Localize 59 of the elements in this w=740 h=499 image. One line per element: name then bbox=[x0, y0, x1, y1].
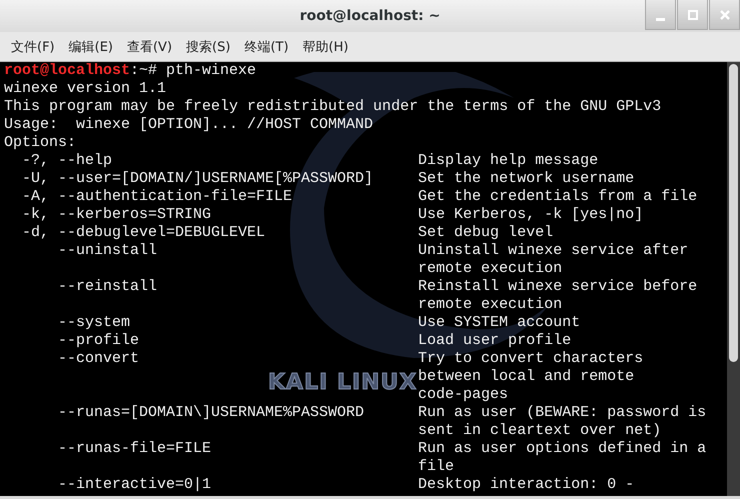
minimize-button[interactable] bbox=[645, 0, 676, 30]
option-description: Desktop interaction: 0 - bbox=[418, 476, 634, 494]
option-description: between local and remote bbox=[418, 368, 634, 386]
option-description: Reinstall winexe service before bbox=[418, 278, 698, 296]
option-name: --profile bbox=[58, 332, 140, 350]
option-short-name: -k, bbox=[22, 206, 50, 224]
prompt-path: :~# bbox=[130, 62, 158, 79]
option-description: Run as user options defined in a bbox=[418, 440, 706, 458]
menu-item[interactable]: 文件(F) bbox=[4, 38, 62, 56]
command-text: pth-winexe bbox=[166, 62, 256, 79]
option-name: --runas-file=FILE bbox=[58, 440, 212, 458]
option-name: --system bbox=[58, 314, 130, 332]
menu-item[interactable]: 查看(V) bbox=[120, 38, 180, 56]
option-description: Set the network username bbox=[418, 170, 634, 188]
option-name: --uninstall bbox=[58, 242, 158, 260]
option-description: remote execution bbox=[418, 260, 562, 278]
option-name: --help bbox=[58, 152, 112, 170]
output-line: This program may be freely redistributed under the terms of the GNU GPLv3 bbox=[4, 98, 662, 115]
option-description: remote execution bbox=[418, 296, 562, 314]
option-description: Try to convert characters bbox=[418, 350, 644, 368]
option-name: --runas=[DOMAIN\]USERNAME%PASSWORD bbox=[58, 404, 364, 422]
output-line: Usage: winexe [OPTION]... //HOST COMMAND bbox=[4, 116, 374, 133]
option-description: Display help message bbox=[418, 152, 598, 170]
option-name: --convert bbox=[58, 350, 140, 368]
option-description: Load user profile bbox=[418, 332, 572, 350]
option-short-name: -A, bbox=[22, 188, 50, 206]
menu-item[interactable]: 搜索(S) bbox=[179, 38, 238, 56]
option-short-name: -d, bbox=[22, 224, 50, 242]
option-description: code-pages bbox=[418, 386, 508, 404]
window-title: root@localhost: ~ bbox=[300, 8, 440, 24]
option-name: --debuglevel=DEBUGLEVEL bbox=[58, 224, 266, 242]
minimize-icon bbox=[656, 18, 665, 21]
close-button[interactable] bbox=[709, 0, 740, 30]
wallpaper-logo: KALI LINUX bbox=[268, 370, 418, 396]
option-name: --interactive=0|1 bbox=[58, 476, 212, 494]
menu-item[interactable]: 帮助(H) bbox=[296, 38, 356, 56]
option-name: --reinstall bbox=[58, 278, 158, 296]
option-description: Get the credentials from a file bbox=[418, 188, 698, 206]
maximize-icon bbox=[686, 8, 698, 20]
menu-item[interactable]: 编辑(E) bbox=[62, 38, 120, 56]
scrollbar[interactable] bbox=[727, 62, 740, 496]
option-description: file bbox=[418, 458, 454, 476]
option-description: Use SYSTEM account bbox=[418, 314, 580, 332]
maximize-button[interactable] bbox=[677, 0, 708, 30]
option-name: --user=[DOMAIN/]USERNAME[%PASSWORD] bbox=[58, 170, 374, 188]
option-description: Uninstall winexe service after bbox=[418, 242, 688, 260]
option-description: Set debug level bbox=[418, 224, 554, 242]
close-icon bbox=[718, 8, 730, 20]
prompt-user: root@localhost bbox=[4, 62, 130, 79]
output-line: Options: bbox=[4, 134, 76, 151]
option-description: Use Kerberos, -k [yes|no] bbox=[418, 206, 644, 224]
option-name: --authentication-file=FILE bbox=[58, 188, 292, 206]
menu-item[interactable]: 终端(T) bbox=[237, 38, 296, 56]
option-description: sent in cleartext over net) bbox=[418, 422, 662, 440]
output-line: winexe version 1.1 bbox=[4, 80, 166, 97]
option-description: Run as user (BEWARE: password is bbox=[418, 404, 706, 422]
option-short-name: -U, bbox=[22, 170, 50, 188]
option-name: --kerberos=STRING bbox=[58, 206, 212, 224]
option-short-name: -?, bbox=[22, 152, 50, 170]
